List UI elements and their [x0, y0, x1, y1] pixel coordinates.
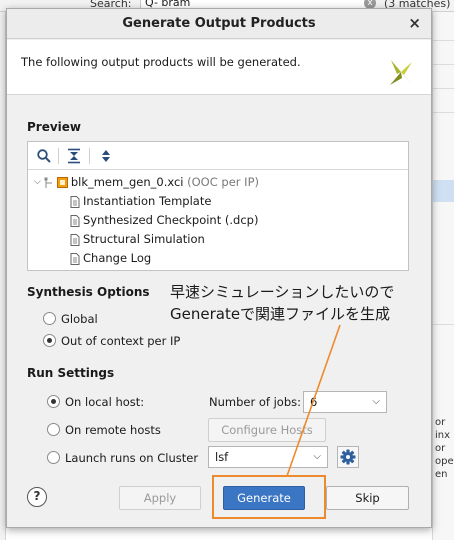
- background-selected-row[interactable]: [433, 180, 454, 202]
- preview-section-title: Preview: [27, 120, 82, 134]
- synthesis-options-title: Synthesis Options: [27, 285, 150, 299]
- tree-child-label: Instantiation Template: [83, 194, 212, 208]
- run-cluster-label: Launch runs on Cluster: [65, 451, 199, 465]
- radio-button[interactable]: [43, 312, 56, 325]
- ip-core-icon: [56, 177, 68, 188]
- radio-button-selected[interactable]: [47, 395, 60, 408]
- background-right-panel: or inx or ope en: [432, 12, 454, 540]
- chevron-down-icon: ⌵: [372, 396, 380, 407]
- generate-button[interactable]: Generate: [223, 486, 305, 510]
- dialog-header: The following output products will be ge…: [7, 40, 431, 95]
- background-text: ope: [435, 456, 454, 467]
- vivado-logo-icon: [390, 60, 412, 85]
- run-remote-hosts-radio[interactable]: On remote hosts: [47, 421, 161, 439]
- tree-child-item[interactable]: Instantiation Template: [70, 192, 211, 211]
- radio-button-selected[interactable]: [43, 334, 56, 347]
- document-icon: [70, 233, 80, 246]
- cluster-settings-button[interactable]: [337, 446, 359, 468]
- document-icon: [70, 252, 80, 265]
- tree-root-note: (OOC per IP): [187, 175, 259, 189]
- jobs-value: 6: [310, 395, 318, 409]
- jobs-select[interactable]: 6 ⌵: [303, 391, 387, 413]
- tree-root-label: blk_mem_gen_0.xci: [70, 175, 184, 189]
- close-button[interactable]: ×: [408, 15, 421, 31]
- background-text: en: [435, 469, 448, 480]
- document-icon: [70, 214, 80, 227]
- header-description: The following output products will be ge…: [21, 55, 301, 69]
- apply-button[interactable]: Apply: [119, 486, 201, 510]
- skip-button[interactable]: Skip: [326, 486, 409, 510]
- tree-child-label: Change Log: [83, 251, 152, 265]
- radio-button[interactable]: [47, 423, 60, 436]
- preview-tree-panel: ⌵ blk_mem_gen_0.xci (OOC per IP) Instanti…: [27, 141, 409, 271]
- synthesis-global-label: Global: [61, 312, 98, 326]
- tree-root-item[interactable]: ⌵ blk_mem_gen_0.xci (OOC per IP): [34, 173, 259, 192]
- background-text: or: [435, 417, 446, 428]
- run-remote-hosts-label: On remote hosts: [65, 423, 161, 437]
- run-cluster-radio[interactable]: Launch runs on Cluster: [47, 449, 198, 467]
- tree-child-item[interactable]: Change Log: [70, 249, 151, 268]
- tree-child-item[interactable]: Synthesized Checkpoint (.dcp): [70, 211, 258, 230]
- synthesis-ooc-label: Out of context per IP: [61, 334, 181, 348]
- run-local-host-radio[interactable]: On local host:: [47, 393, 144, 411]
- cluster-value: lsf: [215, 450, 229, 464]
- jobs-label: Number of jobs:: [209, 395, 301, 409]
- run-settings-title: Run Settings: [27, 366, 115, 380]
- annotation-text-line-2: Generateで関連ファイルを生成: [170, 303, 391, 325]
- radio-button[interactable]: [47, 451, 60, 464]
- tree-child-item[interactable]: Structural Simulation: [70, 230, 205, 249]
- search-icon[interactable]: [36, 148, 52, 164]
- expand-all-icon[interactable]: [98, 148, 114, 164]
- synthesis-global-radio[interactable]: Global: [43, 310, 98, 328]
- dialog-title: Generate Output Products: [122, 16, 316, 31]
- dialog-titlebar[interactable]: Generate Output Products ×: [7, 9, 431, 39]
- tree-child-label: Structural Simulation: [83, 232, 205, 246]
- annotation-text-line-1: 早速シミュレーションしたいので: [170, 281, 395, 303]
- configure-hosts-button[interactable]: Configure Hosts: [208, 418, 326, 442]
- tree-child-label: Synthesized Checkpoint (.dcp): [83, 213, 259, 227]
- preview-toolbar: [28, 142, 408, 170]
- background-text: inx: [435, 430, 451, 441]
- synthesis-ooc-radio[interactable]: Out of context per IP: [43, 332, 180, 350]
- help-button[interactable]: ?: [27, 487, 47, 507]
- collapse-all-icon[interactable]: [66, 148, 82, 164]
- chevron-down-icon[interactable]: ⌵: [34, 173, 41, 192]
- gear-icon: [340, 449, 356, 465]
- document-icon: [70, 195, 80, 208]
- cluster-select[interactable]: lsf ⌵: [208, 446, 328, 468]
- background-text: or: [435, 443, 446, 454]
- chevron-down-icon: ⌵: [313, 451, 321, 462]
- generate-output-products-dialog: Generate Output Products × The following…: [6, 8, 432, 528]
- run-local-host-label: On local host:: [65, 395, 145, 409]
- hierarchy-icon: [44, 177, 52, 188]
